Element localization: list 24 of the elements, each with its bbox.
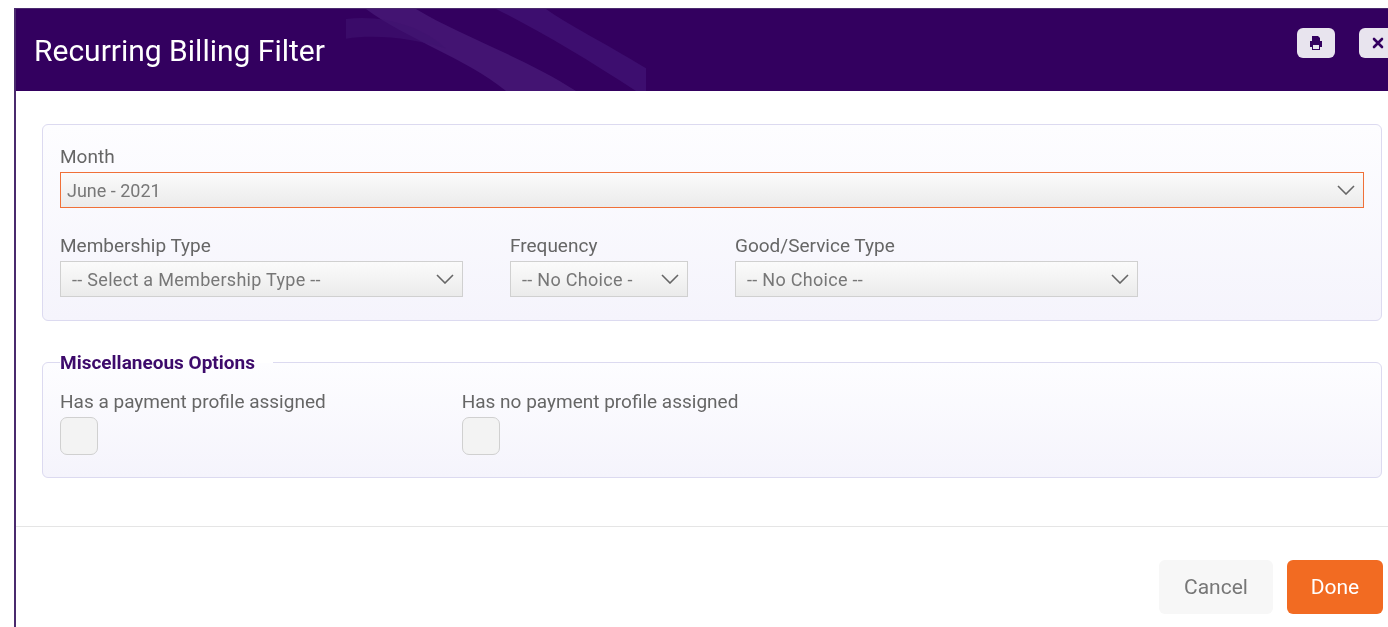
chevron-icon	[661, 274, 679, 284]
print-icon	[1308, 35, 1324, 51]
close-icon	[1372, 37, 1384, 49]
print-button[interactable]	[1297, 28, 1335, 58]
chevron-icon	[1111, 274, 1129, 284]
close-button[interactable]	[1359, 28, 1388, 58]
done-button[interactable]: Done	[1287, 560, 1383, 614]
chevron-icon	[436, 274, 454, 284]
month-select[interactable]: June - 2021	[60, 172, 1364, 208]
chevron-icon	[1337, 185, 1355, 195]
field-label: Membership Type	[60, 234, 212, 257]
field-label: Good/Service Type	[735, 234, 896, 257]
field-label: Frequency	[510, 234, 599, 257]
dropdown-select[interactable]: -- Select a Membership Type --	[60, 261, 463, 297]
cancel-button[interactable]: Cancel	[1159, 560, 1273, 614]
option-label: Has no payment profile assigned	[461, 390, 739, 413]
checkbox[interactable]	[461, 417, 500, 455]
field-label: Month	[60, 145, 116, 168]
option-label: Has a payment profile assigned	[60, 390, 326, 413]
checkbox[interactable]	[60, 417, 98, 455]
dropdown-select[interactable]: -- No Choice --	[735, 261, 1138, 297]
dialog-title: Recurring Billing Filter	[34, 32, 325, 68]
fieldset-legend: Miscellaneous Options	[60, 351, 273, 374]
dropdown-select[interactable]: -- No Choice -	[510, 261, 688, 297]
